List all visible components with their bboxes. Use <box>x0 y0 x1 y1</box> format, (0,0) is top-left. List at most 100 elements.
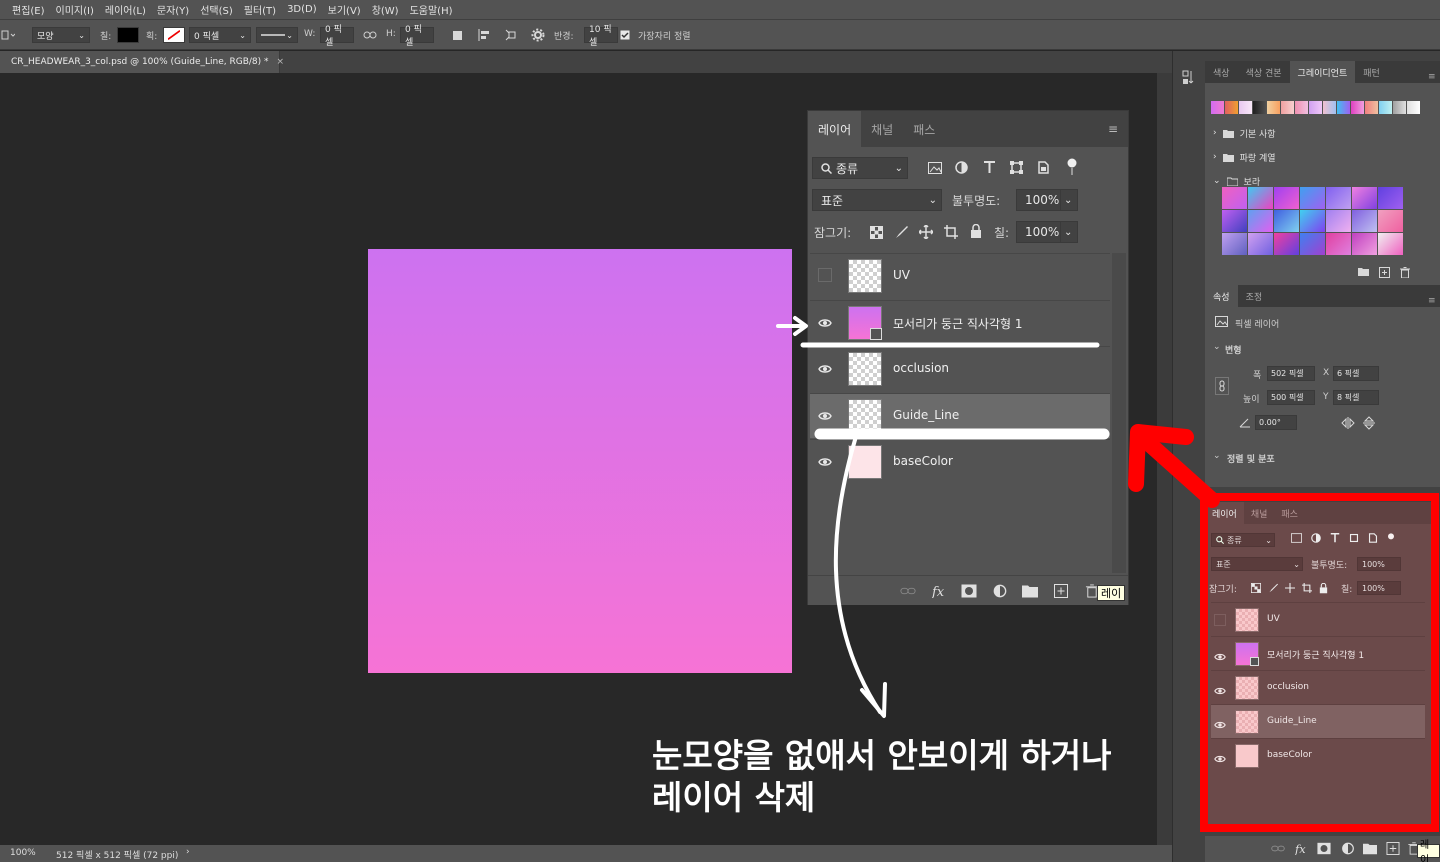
menu-view[interactable]: 보기(V) <box>328 2 361 17</box>
tab-channels[interactable]: 채널 <box>861 111 903 147</box>
link-icon[interactable] <box>362 27 378 43</box>
gradient-swatch[interactable] <box>1300 187 1325 209</box>
gradient-swatch[interactable] <box>1274 187 1299 209</box>
angle-field[interactable]: 0.00° <box>1255 415 1297 430</box>
eye-icon[interactable] <box>818 408 832 422</box>
artwork-gradient-rectangle[interactable] <box>368 249 792 673</box>
layer-row[interactable]: baseColor <box>810 439 1110 484</box>
filter-adjustment-layers-icon[interactable] <box>955 161 968 174</box>
flip-vertical-icon[interactable] <box>1363 416 1375 430</box>
layer-row[interactable]: Guide_Line <box>1211 704 1425 738</box>
lock-all-icon[interactable] <box>970 224 982 239</box>
gradient-swatch[interactable] <box>1267 101 1280 114</box>
chevron-down-icon[interactable]: ⌄ <box>1213 451 1221 461</box>
eye-icon[interactable] <box>818 454 832 468</box>
tab-gradients[interactable]: 그레이디언트 <box>1289 61 1356 83</box>
filter-adjustment-layers-icon[interactable] <box>1311 533 1321 543</box>
stroke-color-swatch[interactable] <box>163 27 185 43</box>
height-input[interactable]: 0 픽셀 <box>400 25 434 48</box>
eye-icon[interactable] <box>1214 648 1226 661</box>
layer-row[interactable]: UV <box>810 253 1110 298</box>
lock-transparent-pixels-icon[interactable] <box>1251 583 1261 593</box>
lock-position-icon[interactable] <box>1285 583 1295 593</box>
menu-layer[interactable]: 레이어(L) <box>105 2 146 17</box>
mini-opacity-input[interactable]: 100% <box>1357 557 1401 571</box>
opacity-dropdown[interactable]: ⌄ <box>1060 189 1078 211</box>
canvas-vertical-scrollbar[interactable] <box>1157 73 1172 845</box>
gradient-swatch[interactable] <box>1379 101 1392 114</box>
align-edges-checkbox[interactable] <box>620 27 630 43</box>
gradient-swatch[interactable] <box>1248 187 1273 209</box>
tab-properties[interactable]: 속성 <box>1205 285 1238 307</box>
blend-mode-select[interactable]: 표준 ⌄ <box>812 189 942 211</box>
gradient-swatch[interactable] <box>1352 187 1377 209</box>
gradient-swatch[interactable] <box>1351 101 1364 114</box>
width-field[interactable]: 502 픽셀 <box>1267 366 1315 381</box>
tab-paths[interactable]: 패스 <box>903 111 945 147</box>
gradient-swatch[interactable] <box>1352 210 1377 232</box>
chevron-down-icon[interactable]: ⌄ <box>1213 342 1221 352</box>
filter-shape-layers-icon[interactable] <box>1349 533 1359 543</box>
width-input[interactable]: 0 픽셀 <box>320 25 354 48</box>
menu-edit[interactable]: 편집(E) <box>12 2 45 17</box>
gradient-swatch[interactable] <box>1337 101 1350 114</box>
eye-icon[interactable] <box>818 361 832 375</box>
height-field[interactable]: 500 픽셀 <box>1267 390 1315 405</box>
panel-menu-icon[interactable]: ≡ <box>1098 111 1128 147</box>
tool-preset-icon[interactable] <box>0 27 16 43</box>
filter-pixel-layers-icon[interactable] <box>928 162 942 174</box>
layers-scrollbar[interactable] <box>1112 253 1126 573</box>
gradient-swatch[interactable] <box>1365 101 1378 114</box>
gradient-swatch[interactable] <box>1281 101 1294 114</box>
menu-help[interactable]: 도움말(H) <box>410 2 453 17</box>
menu-select[interactable]: 선택(S) <box>200 2 233 17</box>
status-arrow[interactable]: › <box>186 847 190 857</box>
gradient-swatch[interactable] <box>1222 187 1247 209</box>
gradient-swatch[interactable] <box>1225 101 1238 114</box>
lock-image-pixels-icon[interactable] <box>1268 583 1278 593</box>
lock-position-icon[interactable] <box>919 225 933 239</box>
trash-icon[interactable] <box>1400 267 1410 278</box>
filter-toggle-icon[interactable] <box>1066 158 1078 176</box>
layer-row[interactable]: 모서리가 둥근 직사각형 1 <box>810 299 1110 345</box>
stroke-width-input[interactable]: 0 픽셀 ⌄ <box>189 27 251 43</box>
tab-layers[interactable]: 레이어 <box>808 111 862 147</box>
close-icon[interactable]: × <box>277 57 285 67</box>
layer-row[interactable]: Guide_Line <box>810 392 1110 438</box>
lock-transparent-pixels-icon[interactable] <box>870 226 883 239</box>
visibility-off-box[interactable] <box>1214 614 1226 626</box>
history-icon[interactable] <box>1181 69 1197 87</box>
lock-artboard-icon[interactable] <box>1302 583 1312 593</box>
gradient-swatch[interactable] <box>1222 233 1247 255</box>
stroke-type-select[interactable]: ⌄ <box>256 27 298 43</box>
gradient-swatch[interactable] <box>1300 233 1325 255</box>
layer-row[interactable]: 모서리가 둥근 직사각형 1 <box>1211 636 1425 670</box>
tab-adjustments[interactable]: 조정 <box>1238 285 1271 307</box>
flip-horizontal-icon[interactable] <box>1341 417 1355 429</box>
adjustment-layer-icon[interactable] <box>992 584 1008 598</box>
gradient-swatch[interactable] <box>1309 101 1322 114</box>
gradient-swatch[interactable] <box>1326 210 1351 232</box>
new-layer-icon[interactable] <box>1386 842 1400 855</box>
menu-window[interactable]: 창(W) <box>372 2 399 17</box>
gradient-swatch[interactable] <box>1274 233 1299 255</box>
add-mask-icon[interactable] <box>961 584 977 598</box>
lock-artboard-icon[interactable] <box>944 225 958 239</box>
gradient-swatch[interactable] <box>1352 233 1377 255</box>
gear-icon[interactable] <box>530 27 546 43</box>
tab-paths[interactable]: 패스 <box>1274 502 1305 524</box>
eye-icon[interactable] <box>818 315 832 329</box>
gradient-swatch[interactable] <box>1295 101 1308 114</box>
y-field[interactable]: 8 픽셀 <box>1333 390 1379 405</box>
filter-smart-objects-icon[interactable] <box>1037 161 1050 174</box>
fx-icon[interactable]: fx <box>932 584 948 598</box>
layer-row[interactable]: occlusion <box>1211 670 1425 704</box>
menu-filter[interactable]: 필터(T) <box>244 2 276 17</box>
group-folder-icon[interactable] <box>1022 584 1038 598</box>
filter-type-layers-icon[interactable] <box>983 161 996 174</box>
mini-fill-input[interactable]: 100% <box>1357 581 1401 595</box>
filter-toggle-icon[interactable] <box>1387 533 1395 545</box>
tab-swatches[interactable]: 색상 견본 <box>1238 61 1290 83</box>
fill-color-swatch[interactable] <box>117 27 139 43</box>
menu-3d[interactable]: 3D(D) <box>287 4 317 15</box>
